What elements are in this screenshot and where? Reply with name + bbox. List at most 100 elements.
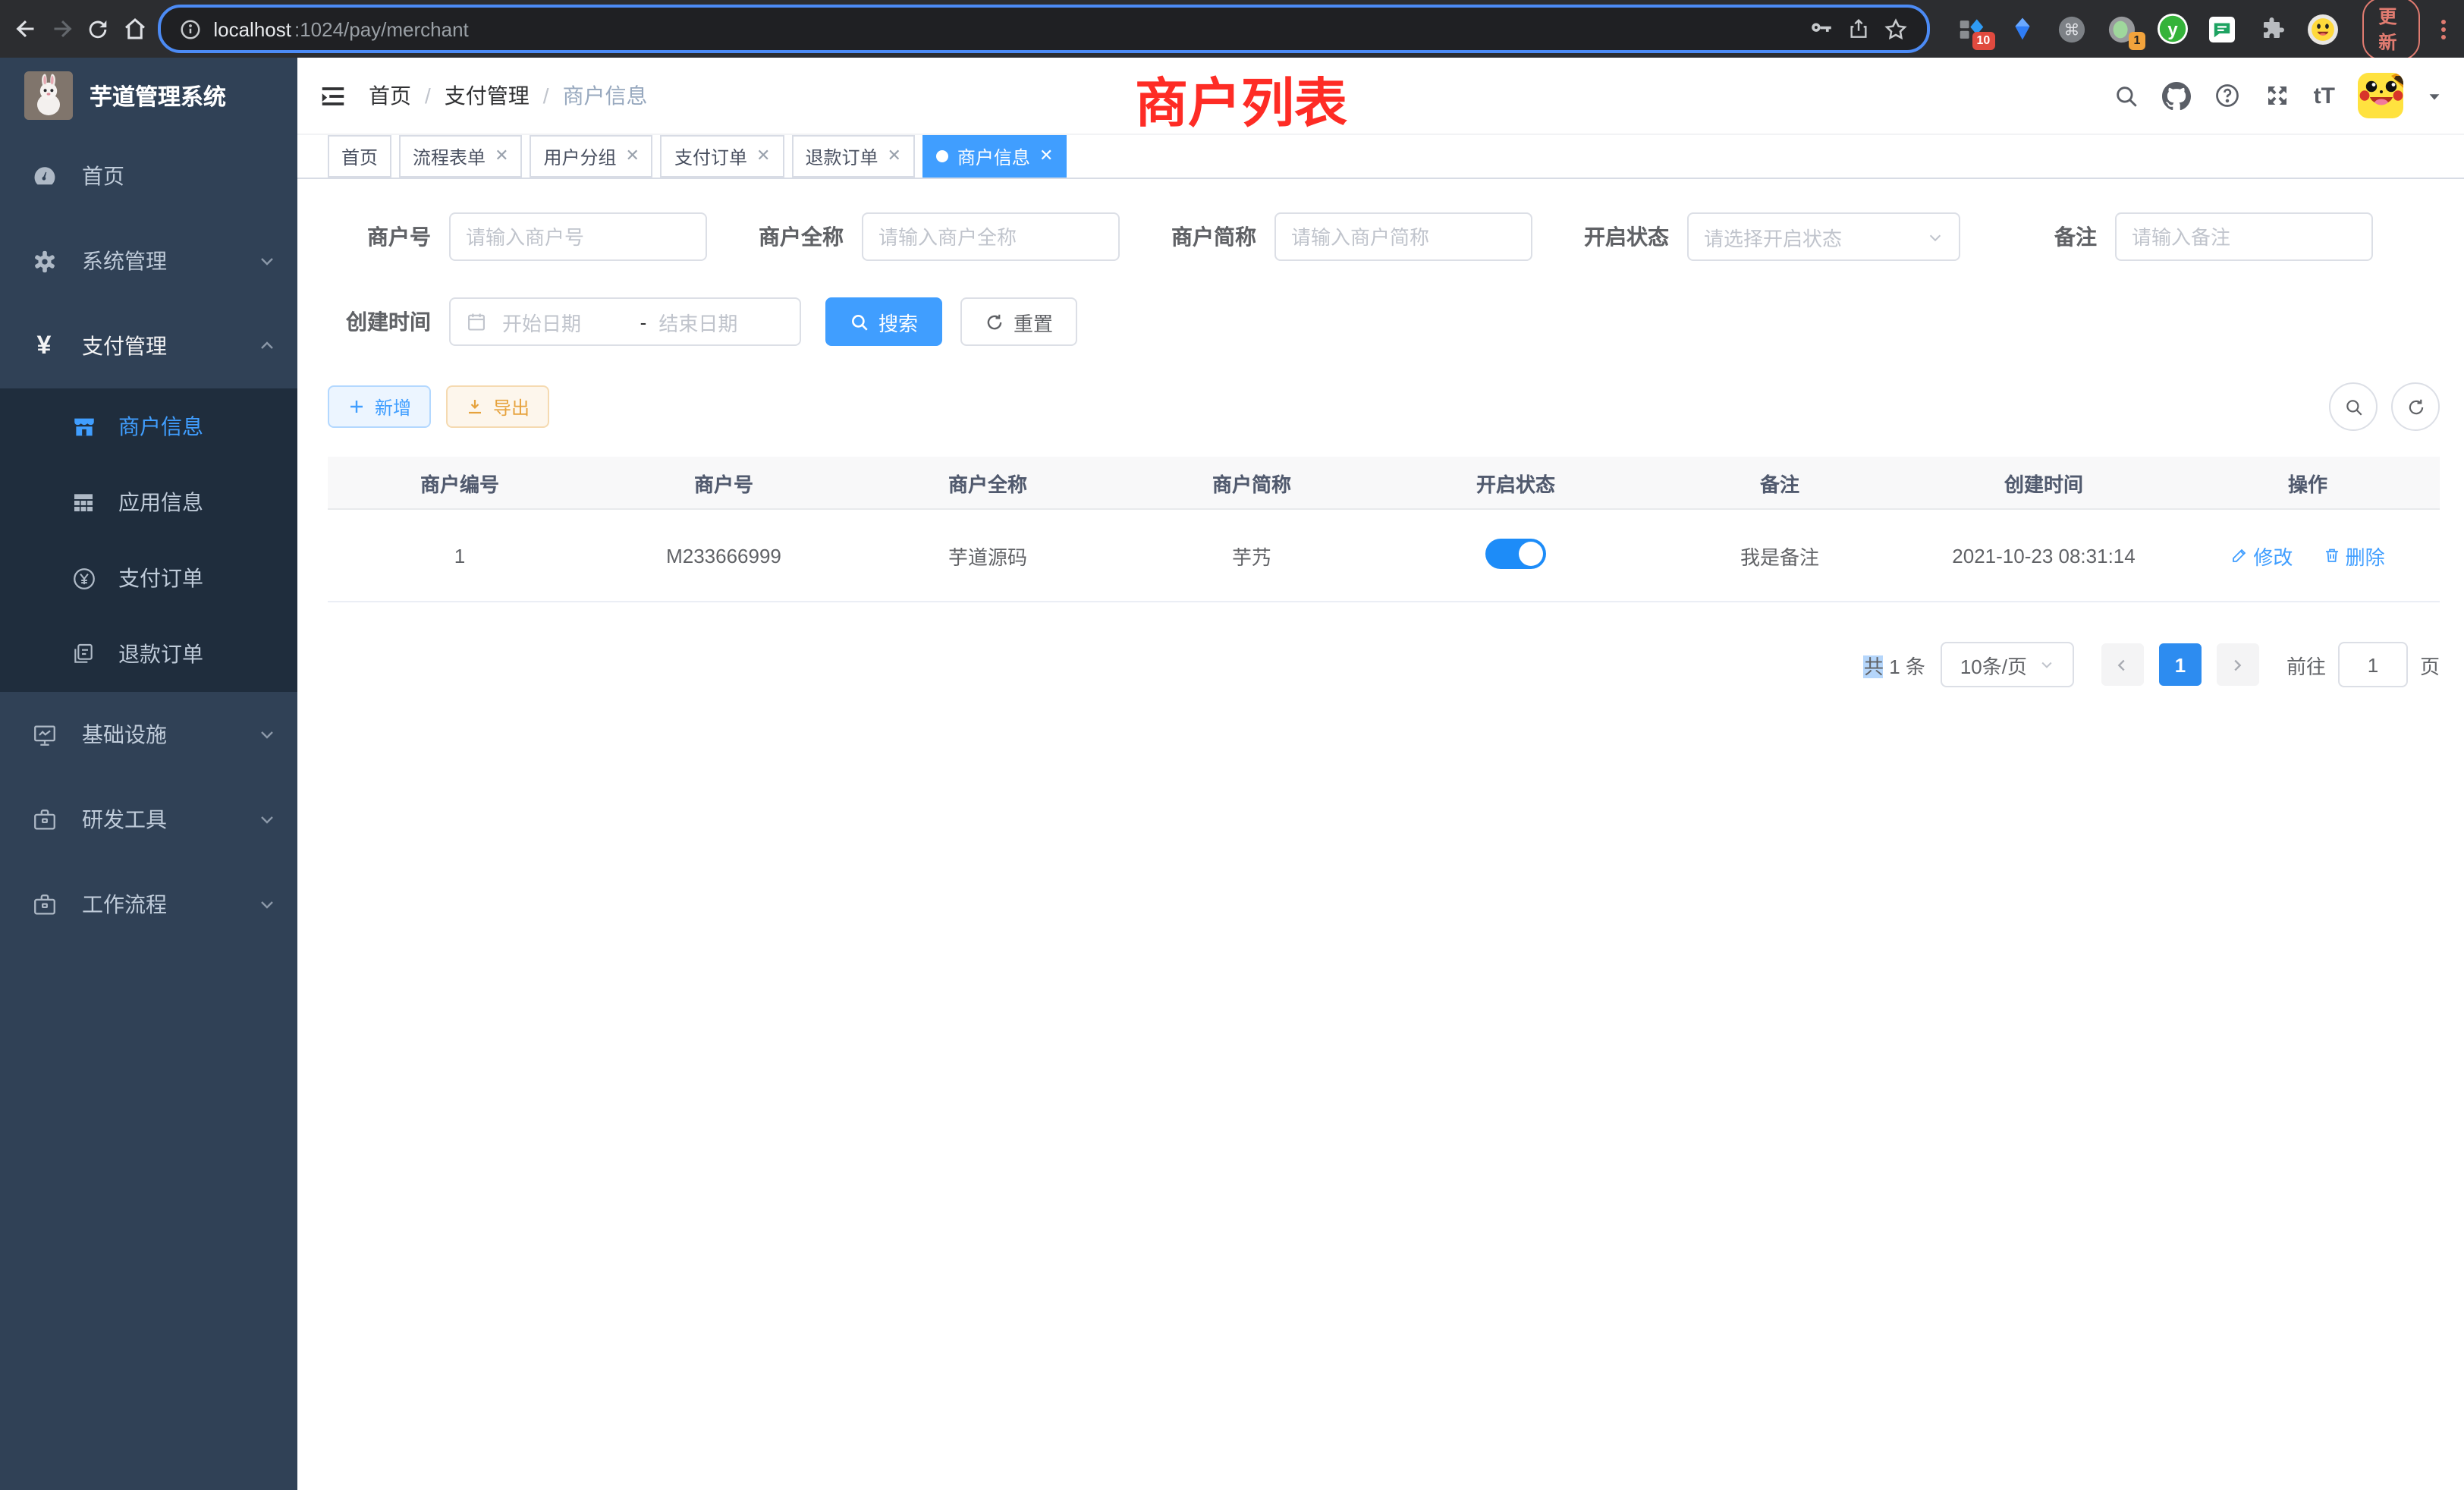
tab-pay-order[interactable]: 支付订单 ✕ — [661, 135, 784, 178]
breadcrumb-item[interactable]: 首页 — [369, 80, 411, 111]
password-key-icon[interactable] — [1808, 16, 1834, 42]
column-header: 创建时间 — [1912, 457, 2176, 509]
tab-merchant-info[interactable]: 商户信息 ✕ — [922, 135, 1067, 178]
extension-recorder-icon[interactable]: 1 — [2107, 14, 2137, 44]
tab-label: 支付订单 — [674, 143, 747, 169]
address-bar[interactable]: localhost:1024/pay/merchant — [157, 5, 1929, 53]
remark-input[interactable] — [2115, 212, 2373, 261]
extension-y-icon[interactable]: y — [2157, 14, 2187, 44]
annotation-title: 商户列表 — [1135, 61, 1347, 138]
page-size-select[interactable]: 10条/页 — [1941, 642, 2074, 687]
tabs-bar: 首页 流程表单✕ 用户分组 ✕ 支付订单 ✕ 退款订单✕ 商户信息 ✕ — [297, 135, 2464, 179]
status-toggle[interactable] — [1485, 538, 1546, 568]
breadcrumb-item[interactable]: 支付管理 — [445, 80, 530, 111]
sidebar-collapse-icon[interactable] — [319, 81, 347, 110]
sidebar: 芋道管理系统 首页 系统管理 ¥ 支付管理 — [0, 58, 297, 1490]
download-icon — [466, 398, 484, 416]
tab-label: 商户信息 — [957, 143, 1030, 169]
extension-command-icon[interactable]: ⌘ — [2057, 14, 2087, 44]
pagination-total: 共 1 条 — [1864, 650, 1925, 679]
sidebar-item-merchant-info[interactable]: 商户信息 — [0, 388, 297, 464]
chevron-down-icon — [258, 725, 276, 743]
search-icon[interactable] — [2114, 83, 2139, 108]
browser-update-button[interactable]: 更新 — [2362, 0, 2420, 61]
sidebar-item-dev-tools[interactable]: 研发工具 — [0, 777, 297, 862]
chevron-left-icon — [2114, 656, 2131, 673]
tab-user-group[interactable]: 用户分组 ✕ — [530, 135, 653, 178]
browser-home-icon[interactable] — [121, 9, 148, 49]
profile-emoji-avatar[interactable] — [2307, 14, 2337, 44]
sidebar-item-payment[interactable]: ¥ 支付管理 — [0, 303, 297, 388]
edit-pencil-icon — [2230, 546, 2249, 564]
tab-label: 用户分组 — [544, 143, 617, 169]
browser-menu-icon[interactable] — [2441, 19, 2446, 39]
extension-chat-icon[interactable] — [2207, 14, 2237, 44]
extensions-puzzle-icon[interactable] — [2257, 14, 2287, 44]
range-separator: - — [640, 310, 647, 333]
page-unit-label: 页 — [2420, 650, 2440, 679]
tab-close-icon[interactable]: ✕ — [887, 148, 900, 165]
browser-reload-icon[interactable] — [85, 9, 112, 49]
merchant-shortname-input[interactable] — [1274, 212, 1532, 261]
browser-toolbar: localhost:1024/pay/merchant 10 ⌘ — [0, 0, 2464, 58]
app-logo[interactable]: 芋道管理系统 — [0, 58, 297, 134]
next-page-button[interactable] — [2217, 643, 2259, 686]
sidebar-item-pay-order[interactable]: 支付订单 — [0, 540, 297, 616]
select-placeholder: 请选择开启状态 — [1704, 222, 1927, 251]
cell-merchant-id: 1 — [328, 509, 592, 602]
sidebar-item-infra[interactable]: 基础设施 — [0, 692, 297, 777]
tab-home[interactable]: 首页 — [328, 135, 391, 178]
screen: localhost:1024/pay/merchant 10 ⌘ — [0, 0, 2464, 1490]
shop-icon — [67, 413, 100, 439]
create-time-range-picker[interactable]: 开始日期 - 结束日期 — [449, 297, 801, 346]
field-label: 备注 — [1994, 222, 2097, 252]
sidebar-item-app-info[interactable]: 应用信息 — [0, 464, 297, 540]
browser-forward-icon[interactable] — [49, 9, 76, 49]
tab-close-icon[interactable]: ✕ — [756, 148, 770, 165]
tab-flow-form[interactable]: 流程表单✕ — [399, 135, 522, 178]
tab-close-icon[interactable]: ✕ — [626, 148, 640, 165]
sidebar-item-workflow[interactable]: 工作流程 — [0, 862, 297, 947]
edit-action[interactable]: 修改 — [2230, 541, 2293, 570]
sidebar-item-label: 研发工具 — [82, 804, 258, 835]
page-info-icon[interactable] — [178, 17, 201, 40]
search-button[interactable]: 搜索 — [825, 297, 942, 346]
page-number-button[interactable]: 1 — [2159, 643, 2202, 686]
sidebar-item-refund-order[interactable]: 退款订单 — [0, 616, 297, 692]
tab-refund-order[interactable]: 退款订单✕ — [791, 135, 914, 178]
bookmark-star-icon[interactable] — [1882, 16, 1908, 42]
prev-page-button[interactable] — [2101, 643, 2144, 686]
merchant-no-input[interactable] — [449, 212, 707, 261]
field-label: 商户简称 — [1153, 222, 1256, 252]
fullscreen-icon[interactable] — [2264, 82, 2291, 109]
share-icon[interactable] — [1846, 17, 1870, 41]
status-select[interactable]: 请选择开启状态 — [1687, 212, 1960, 261]
goto-page-input[interactable] — [2338, 642, 2408, 687]
toggle-search-button[interactable] — [2329, 382, 2378, 431]
sidebar-item-home[interactable]: 首页 — [0, 134, 297, 218]
help-icon[interactable] — [2214, 82, 2241, 109]
column-header: 开启状态 — [1384, 457, 1648, 509]
extension-grid-icon[interactable]: 10 — [1956, 14, 1987, 44]
user-avatar[interactable] — [2358, 73, 2403, 118]
export-button[interactable]: 导出 — [446, 385, 549, 428]
chevron-down-icon — [2039, 657, 2054, 672]
refresh-icon — [985, 312, 1004, 332]
field-label: 商户全称 — [740, 222, 844, 252]
cell-full-name: 芋道源码 — [856, 509, 1120, 602]
sidebar-item-system[interactable]: 系统管理 — [0, 218, 297, 303]
add-button[interactable]: 新增 — [328, 385, 431, 428]
refresh-table-button[interactable] — [2391, 382, 2440, 431]
toolbox-icon — [27, 806, 61, 832]
merchant-fullname-input[interactable] — [862, 212, 1120, 261]
tab-close-icon[interactable]: ✕ — [1039, 148, 1053, 165]
font-size-icon[interactable]: tT — [2314, 83, 2335, 108]
chevron-right-icon — [2230, 656, 2246, 673]
browser-back-icon[interactable] — [12, 9, 39, 49]
reset-button[interactable]: 重置 — [960, 297, 1077, 346]
avatar-caret-icon[interactable] — [2426, 87, 2443, 104]
delete-action[interactable]: 删除 — [2323, 541, 2385, 570]
github-icon[interactable] — [2162, 81, 2191, 110]
extension-gem-icon[interactable] — [2007, 14, 2037, 44]
tab-close-icon[interactable]: ✕ — [495, 148, 508, 165]
